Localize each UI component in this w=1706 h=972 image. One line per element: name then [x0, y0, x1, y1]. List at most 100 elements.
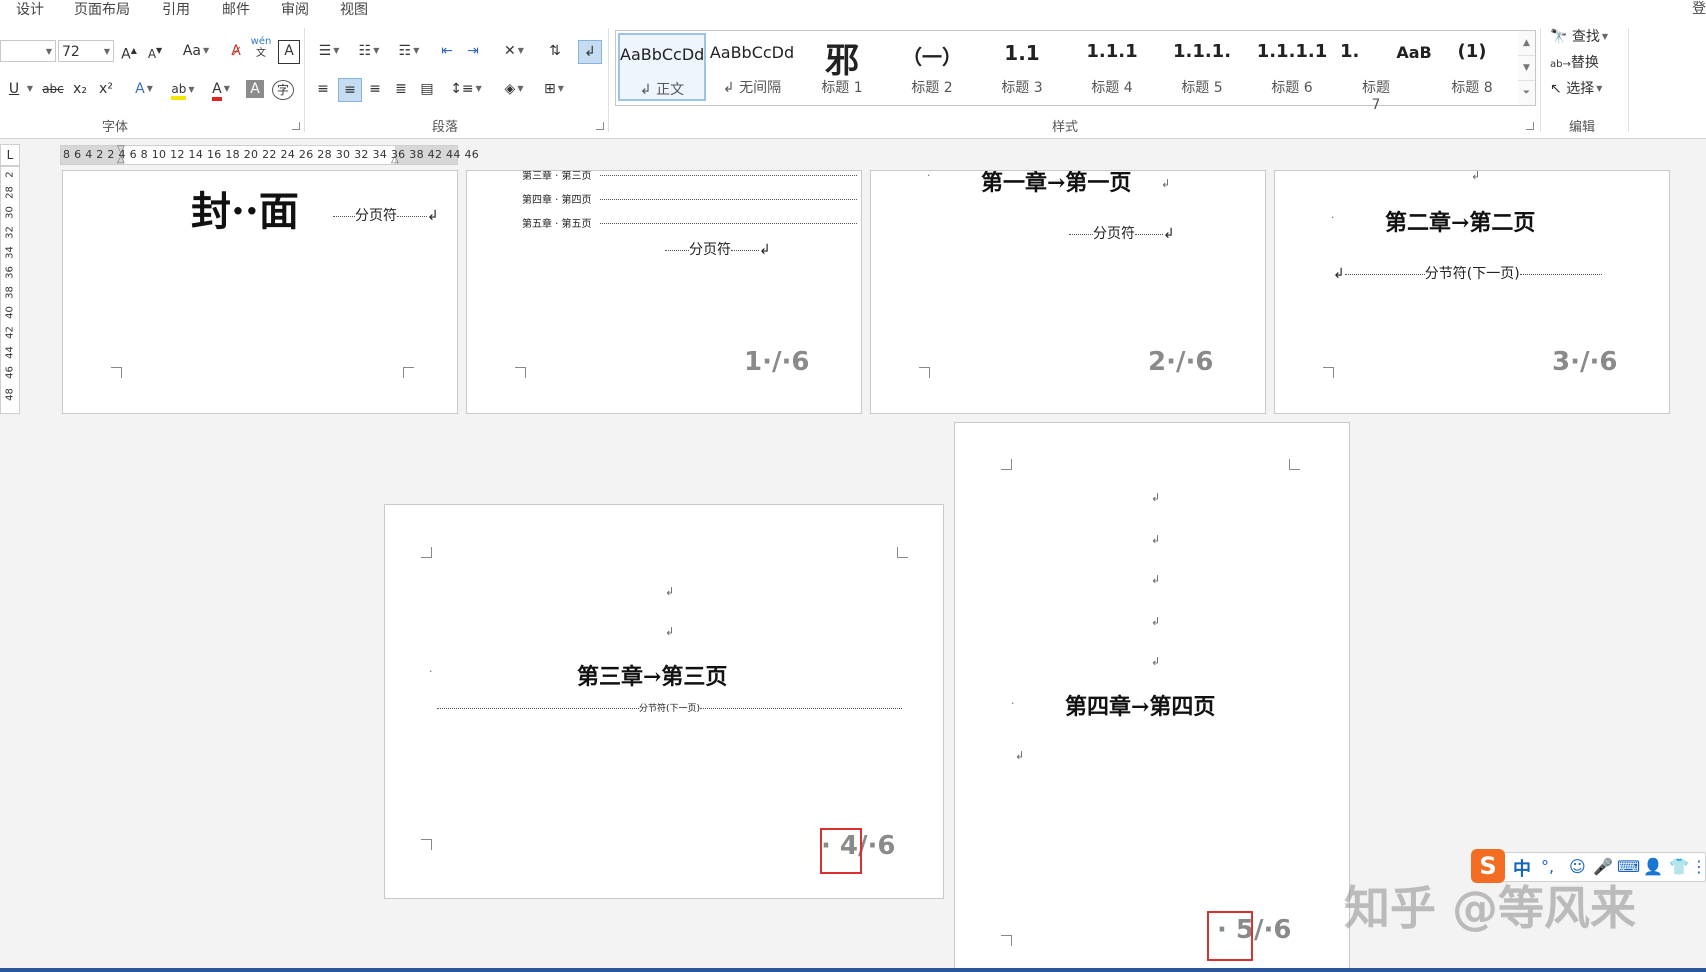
page-chapter-2[interactable]: ↲ · 第二章→第二页 ↲ 分节符(下一页) 3·/·6	[1274, 170, 1670, 414]
numbering-button[interactable]: ☷ ▼	[352, 40, 386, 62]
justify-button[interactable]: ≣	[390, 78, 412, 100]
line-spacing-button[interactable]: ↕≡ ▼	[448, 78, 484, 100]
scroll-down-icon[interactable]: ▼	[1518, 56, 1535, 81]
user-icon[interactable]: 👤	[1643, 857, 1663, 876]
clear-format-button[interactable]: A̷	[226, 40, 246, 62]
sort-button[interactable]: ⇅	[544, 40, 566, 62]
style-preview: AaBbCcDd	[620, 45, 705, 64]
style-no-spacing[interactable]: AaBbCcDd ↲ 无间隔	[708, 33, 796, 101]
group-divider	[304, 28, 305, 132]
replace-button[interactable]: ab→替换	[1550, 52, 1610, 74]
sign-in-link[interactable]: 登	[1692, 0, 1706, 18]
align-left-button[interactable]: ≡	[312, 78, 334, 100]
tab-design[interactable]: 设计	[16, 0, 44, 19]
font-color-button[interactable]: A ▼	[206, 78, 236, 101]
justify-icon: ≣	[395, 81, 407, 97]
font-name-combo[interactable]: ▼	[0, 40, 56, 62]
bullets-button[interactable]: ☰ ▼	[312, 40, 346, 62]
increase-indent-button[interactable]: ⇥	[462, 40, 484, 62]
crop-mark	[111, 367, 122, 378]
crop-mark	[515, 367, 526, 378]
page-chapter-4[interactable]: ↲ ↲ ↲ ↲ ↲ · 第四章→第四页 ↲ · 5/·6	[954, 422, 1350, 972]
page-cover[interactable]: 封··面 分页符 ↲	[62, 170, 458, 414]
page-break-label: 分页符	[1093, 226, 1135, 242]
vertical-ruler[interactable]: 2 28 30 32 34 36 38 40 42 44 46 48	[0, 166, 20, 414]
tab-selector[interactable]: L	[0, 144, 20, 166]
tab-review[interactable]: 审阅	[281, 0, 309, 19]
toc-entry[interactable]: 第三章 · 第三页 4	[522, 171, 862, 182]
page-break-mark: 分页符 ↲	[333, 205, 439, 225]
underline-icon: U	[8, 81, 20, 97]
highlighter-icon: ab	[171, 82, 187, 100]
skin-icon[interactable]: 👕	[1669, 857, 1689, 876]
style-normal[interactable]: AaBbCcDd ↲ 正文	[618, 33, 706, 101]
shading-button[interactable]: ◈ ▼	[496, 78, 532, 100]
scroll-up-icon[interactable]: ▲	[1518, 31, 1535, 56]
toc-entry-text: 第五章 · 第五页	[522, 219, 592, 230]
style-heading-7[interactable]: 1. 标题 7	[1338, 33, 1394, 113]
char-border-button[interactable]: A	[278, 40, 300, 64]
align-right-button[interactable]: ≡	[364, 78, 386, 100]
align-center-button[interactable]: ≡	[338, 78, 362, 102]
style-heading-6[interactable]: 1.1.1.1 标题 6	[1248, 33, 1336, 101]
find-button[interactable]: 🔭 查找 ▼	[1550, 26, 1626, 48]
multilevel-list-button[interactable]: ☶ ▼	[392, 40, 426, 62]
horizontal-ruler[interactable]: 8 6 4 2 2 4 6 8 10 12 14 16 18 20 22 24 …	[60, 144, 479, 165]
borders-button[interactable]: ⊞ ▼	[536, 78, 572, 100]
ruler-tick: 40	[4, 306, 16, 319]
ruler-tick: 46	[4, 366, 16, 379]
page-chapter-1[interactable]: · 第一章→第一页 ↲ 分页符 ↲ 2·/·6	[870, 170, 1266, 414]
crop-mark	[403, 367, 414, 378]
font-dialog-launcher[interactable]	[292, 122, 300, 130]
chinese-layout-button[interactable]: ✕ ▼	[496, 40, 532, 62]
gallery-more-icon[interactable]: ⏷	[1518, 81, 1535, 105]
change-case-button[interactable]: Aa ▼	[178, 40, 214, 62]
highlight-button[interactable]: ab ▼	[166, 78, 200, 100]
underline-dropdown[interactable]: ▼	[24, 78, 34, 100]
toc-entry[interactable]: 第四章 · 第四页 5	[522, 191, 861, 206]
tab-references[interactable]: 引用	[162, 0, 190, 19]
style-heading-3[interactable]: 1.1 标题 3	[978, 33, 1066, 101]
styles-gallery: AaBbCcDd ↲ 正文 AaBbCcDd ↲ 无间隔 邪 标题 1 （一） …	[615, 30, 1521, 113]
toc-entry-page: 4	[861, 171, 862, 178]
style-heading-2[interactable]: （一） 标题 2	[888, 33, 976, 101]
tab-page-layout[interactable]: 页面布局	[74, 0, 130, 19]
hanging-indent-marker[interactable]: △	[117, 154, 125, 165]
change-case-icon: Aa	[182, 43, 201, 59]
right-indent-marker[interactable]: △	[391, 154, 399, 165]
style-heading-1[interactable]: 邪 标题 1	[798, 33, 886, 101]
menu-icon[interactable]: ⋮	[1691, 857, 1706, 876]
paragraph-dialog-launcher[interactable]	[596, 122, 604, 130]
char-shading-button[interactable]: A	[246, 80, 264, 98]
toc-entry[interactable]: 第五章 · 第五页 6	[522, 215, 861, 230]
phonetic-guide-button[interactable]: wén 文	[250, 36, 272, 59]
distributed-button[interactable]: ▤	[416, 78, 438, 100]
style-heading-4[interactable]: 1.1.1 标题 4	[1068, 33, 1156, 101]
page-number-field[interactable]: 1·/·6	[744, 347, 809, 377]
page-chapter-3[interactable]: ↲ ↲ · 第三章→第三页 分节符(下一页) · 4/·6	[384, 504, 944, 899]
page-number-field[interactable]: 2·/·6	[1148, 347, 1213, 377]
tab-mailings[interactable]: 邮件	[222, 0, 250, 19]
font-size-combo[interactable]: 72 ▼	[58, 40, 114, 62]
style-preview: （一）	[902, 45, 962, 69]
styles-gallery-scroller[interactable]: ▲ ▼ ⏷	[1518, 30, 1536, 106]
page-number-field[interactable]: 3·/·6	[1552, 347, 1617, 377]
page-break-mark: 分页符 ↲	[1069, 223, 1175, 243]
superscript-icon: x²	[99, 81, 113, 97]
strikethrough-button[interactable]: abc	[40, 78, 66, 100]
shrink-font-button[interactable]: A▼	[146, 40, 164, 62]
show-marks-button[interactable]: ↲	[578, 40, 602, 64]
text-effects-button[interactable]: A ▼	[130, 78, 158, 100]
underline-button[interactable]: U	[6, 78, 22, 100]
page-toc[interactable]: 第三章 · 第三页 4 第四章 · 第四页 5 第五章 · 第五页 6 分页符↲ 1·…	[466, 170, 862, 414]
subscript-button[interactable]: x₂	[70, 78, 90, 100]
superscript-button[interactable]: x²	[96, 78, 116, 100]
select-button[interactable]: ↖ 选择 ▼	[1550, 78, 1626, 100]
style-heading-5[interactable]: 1.1.1. 标题 5	[1158, 33, 1246, 101]
enclose-char-button[interactable]: 字	[272, 80, 294, 100]
decrease-indent-button[interactable]: ⇤	[436, 40, 458, 62]
styles-dialog-launcher[interactable]	[1526, 122, 1534, 130]
grow-font-button[interactable]: A▲	[120, 40, 138, 63]
style-heading-8[interactable]: (1) 标题 8	[1428, 33, 1516, 101]
tab-view[interactable]: 视图	[340, 0, 368, 19]
